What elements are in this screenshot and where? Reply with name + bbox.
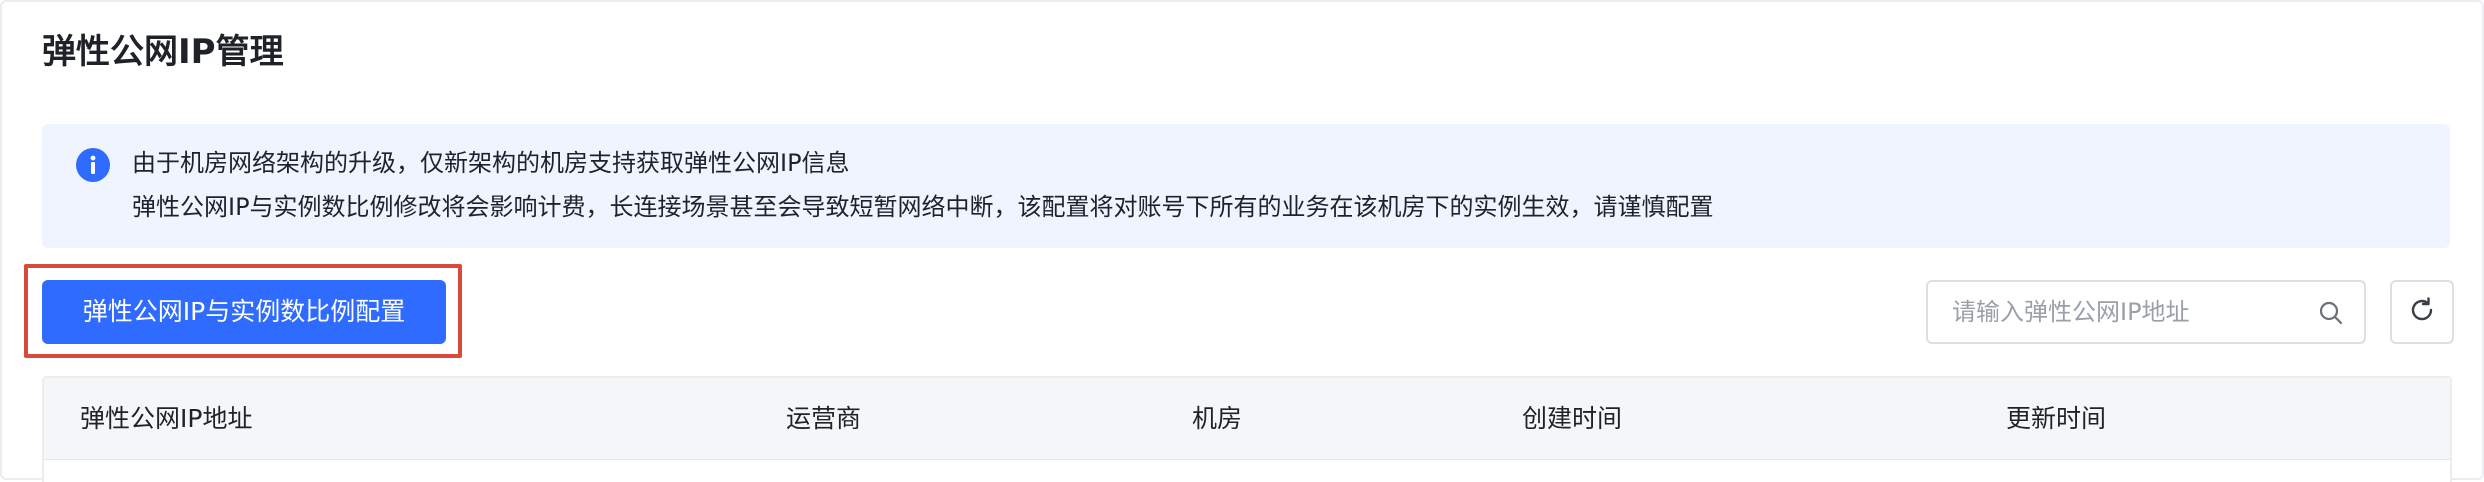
search-field[interactable]: [1926, 280, 2366, 344]
info-notice: 由于机房网络架构的升级，仅新架构的机房支持获取弹性公网IP信息 弹性公网IP与实…: [42, 124, 2450, 248]
refresh-button[interactable]: [2390, 280, 2454, 344]
notice-line-billing-warning: 弹性公网IP与实例数比例修改将会影响计费，长连接场景甚至会导致短暂网络中断，该配…: [132, 193, 1714, 221]
info-icon: [76, 148, 110, 182]
column-header-updated-time[interactable]: 更新时间: [2006, 378, 2106, 460]
ratio-config-button[interactable]: 弹性公网IP与实例数比例配置: [42, 280, 446, 344]
search-input[interactable]: [1952, 282, 2292, 342]
column-header-eip-address[interactable]: 弹性公网IP地址: [80, 378, 252, 460]
column-header-created-time[interactable]: 创建时间: [1522, 378, 1622, 460]
table-header: 弹性公网IP地址 运营商 机房 创建时间 更新时间: [42, 376, 2452, 460]
column-header-idc[interactable]: 机房: [1192, 378, 1242, 460]
eip-management-panel: 弹性公网IP管理 由于机房网络架构的升级，仅新架构的机房支持获取弹性公网IP信息…: [0, 0, 2484, 482]
page-title: 弹性公网IP管理: [42, 32, 284, 72]
search-icon[interactable]: [2318, 300, 2344, 326]
column-header-carrier[interactable]: 运营商: [786, 378, 861, 460]
table-body: [42, 460, 2452, 482]
refresh-icon: [2407, 295, 2437, 329]
notice-line-upgrade: 由于机房网络架构的升级，仅新架构的机房支持获取弹性公网IP信息: [132, 149, 850, 177]
